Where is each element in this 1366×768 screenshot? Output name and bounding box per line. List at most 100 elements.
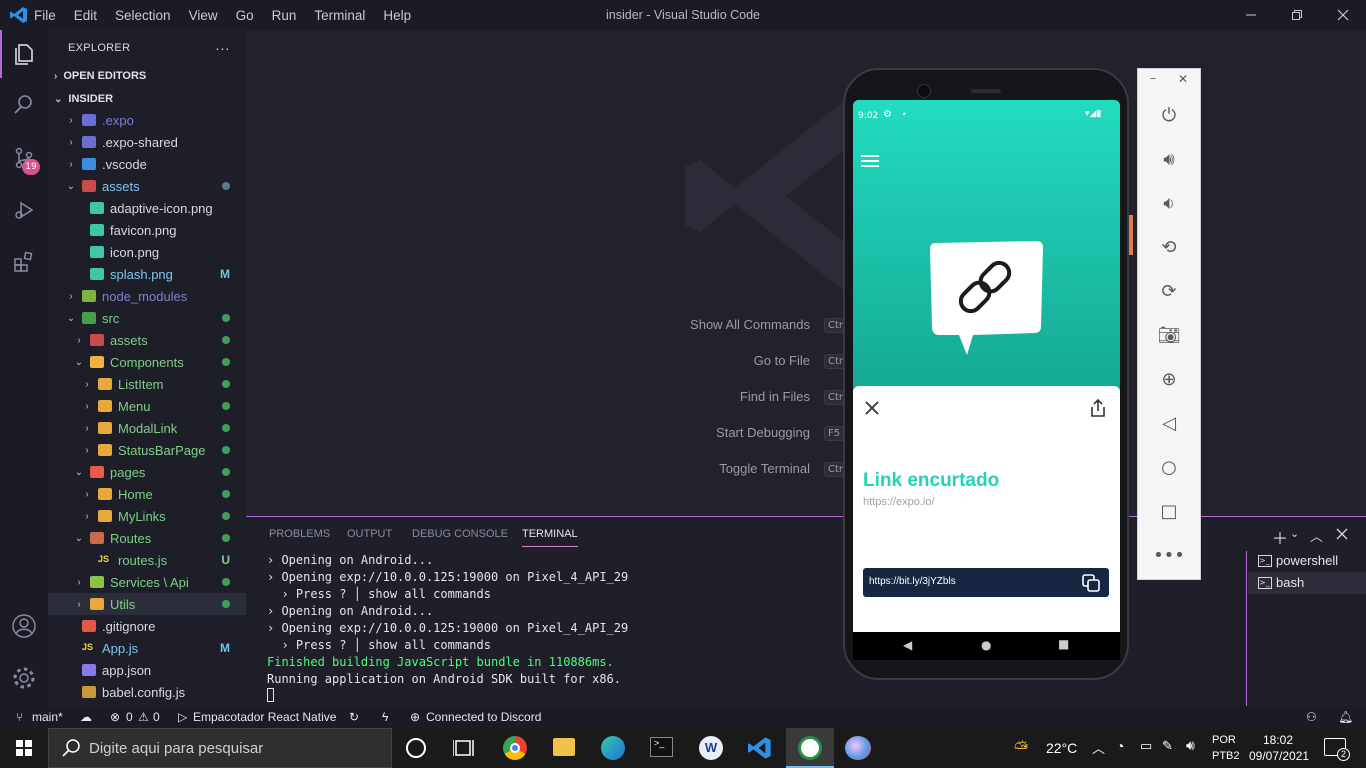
branch-name[interactable]: main* bbox=[32, 710, 63, 724]
extensions-icon[interactable] bbox=[0, 238, 48, 286]
language-code[interactable]: POR bbox=[1212, 734, 1236, 746]
open-editors-section[interactable]: › OPEN EDITORS bbox=[48, 65, 246, 87]
emulator-close-icon[interactable]: ✕ bbox=[1178, 72, 1188, 86]
file-explorer-icon[interactable] bbox=[553, 738, 575, 756]
tree-item[interactable]: ⌄ assets bbox=[48, 175, 246, 197]
error-count[interactable]: 0 bbox=[126, 710, 133, 724]
ink-icon[interactable]: ✎ bbox=[1162, 738, 1173, 754]
edge-icon[interactable] bbox=[601, 736, 625, 760]
warning-count[interactable]: 0 bbox=[153, 710, 160, 724]
tree-item[interactable]: adaptive-icon.png bbox=[48, 197, 246, 219]
volume-icon[interactable]: 🔊︎ bbox=[1186, 737, 1195, 754]
tree-item[interactable]: › .vscode bbox=[48, 153, 246, 175]
menu-run[interactable]: Run bbox=[272, 8, 297, 23]
close-window-button[interactable] bbox=[1320, 0, 1366, 30]
add-terminal-icon[interactable]: ＋ bbox=[1272, 525, 1288, 549]
volume-down-icon[interactable]: 🔉︎ bbox=[1138, 181, 1200, 225]
wifi-icon[interactable]: ◔ bbox=[1116, 738, 1124, 754]
account-icon[interactable] bbox=[0, 602, 48, 650]
chevron-up-icon[interactable]: ︿ bbox=[1092, 738, 1105, 757]
tree-item[interactable]: app.json bbox=[48, 659, 246, 681]
clock-date[interactable]: 09/07/2021 bbox=[1249, 749, 1309, 763]
recents-nav-icon[interactable]: ■ bbox=[1058, 637, 1069, 651]
vscode-taskbar-icon[interactable] bbox=[748, 736, 772, 765]
weather-temperature[interactable]: 22°C bbox=[1046, 740, 1077, 756]
welcome-command-label[interactable]: Toggle Terminal bbox=[610, 461, 810, 476]
run-debug-icon[interactable] bbox=[0, 186, 48, 234]
restore-button[interactable] bbox=[1274, 0, 1320, 30]
tree-item[interactable]: › .expo-shared bbox=[48, 131, 246, 153]
volume-up-icon[interactable]: 🔊︎ bbox=[1138, 137, 1200, 181]
refresh-icon[interactable]: ↻ bbox=[349, 710, 359, 724]
task-label[interactable]: Empacotador React Native bbox=[193, 710, 336, 724]
lightning-icon[interactable]: ϟ bbox=[382, 710, 388, 724]
copy-icon[interactable] bbox=[1081, 573, 1101, 597]
tree-item[interactable]: ⌄ Components bbox=[48, 351, 246, 373]
menu-file[interactable]: File bbox=[34, 8, 56, 23]
notification-center-icon[interactable]: 2 bbox=[1324, 738, 1350, 761]
panel-tab-debug-console[interactable]: DEBUG CONSOLE bbox=[412, 528, 508, 540]
close-modal-icon[interactable] bbox=[865, 400, 879, 419]
tree-item[interactable]: › node_modules bbox=[48, 285, 246, 307]
tree-item[interactable]: › ListItem bbox=[48, 373, 246, 395]
tree-item[interactable]: › Utils bbox=[48, 593, 246, 615]
tree-item[interactable]: › StatusBarPage bbox=[48, 439, 246, 461]
rotate-left-icon[interactable]: ⟲ bbox=[1138, 225, 1200, 269]
overview-square-icon[interactable]: □ bbox=[1138, 489, 1200, 533]
panel-tab-output[interactable]: OUTPUT bbox=[347, 528, 392, 540]
minimize-button[interactable] bbox=[1228, 0, 1274, 30]
settings-gear-icon[interactable] bbox=[0, 654, 48, 702]
back-nav-icon[interactable]: ◀ bbox=[903, 638, 912, 652]
task-view-icon[interactable] bbox=[452, 738, 475, 763]
home-circle-icon[interactable]: ○ bbox=[1138, 445, 1200, 489]
tree-item[interactable]: ⌄ src bbox=[48, 307, 246, 329]
terminal-dropdown-icon[interactable]: ⌄ bbox=[1290, 527, 1299, 540]
rotate-right-icon[interactable]: ⟳ bbox=[1138, 269, 1200, 313]
windows-start-icon[interactable] bbox=[16, 740, 32, 761]
tree-item[interactable]: › MyLinks bbox=[48, 505, 246, 527]
more-actions-icon[interactable]: ··· bbox=[215, 40, 230, 56]
cortana-icon[interactable] bbox=[406, 738, 426, 758]
terminal-item-bash[interactable]: >_ bash bbox=[1248, 572, 1366, 594]
welcome-command-label[interactable]: Go to File bbox=[610, 353, 810, 368]
tree-item[interactable]: splash.png M bbox=[48, 263, 246, 285]
welcome-command-label[interactable]: Find in Files bbox=[610, 389, 810, 404]
terminal-app-icon[interactable]: >_ bbox=[650, 737, 673, 757]
more-options-icon[interactable]: ••• bbox=[1138, 533, 1200, 577]
tree-item[interactable]: › assets bbox=[48, 329, 246, 351]
explorer-icon[interactable] bbox=[0, 30, 48, 78]
project-section[interactable]: ⌄ INSIDER bbox=[48, 88, 246, 110]
back-triangle-icon[interactable]: ◁ bbox=[1138, 401, 1200, 445]
live-share-icon[interactable]: ⚇ bbox=[1306, 710, 1317, 724]
menu-terminal[interactable]: Terminal bbox=[314, 8, 365, 23]
discord-status[interactable]: Connected to Discord bbox=[426, 710, 541, 724]
power-icon[interactable]: ⏻ bbox=[1138, 93, 1200, 137]
welcome-command-label[interactable]: Start Debugging bbox=[610, 425, 810, 440]
menu-view[interactable]: View bbox=[189, 8, 218, 23]
tree-item[interactable]: › Home bbox=[48, 483, 246, 505]
notifications-bell-icon[interactable]: 🔔︎ bbox=[1338, 710, 1353, 724]
maximize-panel-icon[interactable]: ︿ bbox=[1310, 526, 1323, 545]
tree-item[interactable]: JS App.js M bbox=[48, 637, 246, 659]
tree-item[interactable]: babel.config.js bbox=[48, 681, 246, 703]
sync-icon[interactable]: ☁ bbox=[80, 710, 92, 724]
tree-item[interactable]: › .expo bbox=[48, 109, 246, 131]
menu-edit[interactable]: Edit bbox=[74, 8, 97, 23]
short-link-box[interactable]: https://bit.ly/3jYZbls bbox=[863, 568, 1109, 597]
tree-item[interactable]: icon.png bbox=[48, 241, 246, 263]
home-nav-icon[interactable]: ● bbox=[981, 638, 991, 652]
keyboard-layout[interactable]: PTB2 bbox=[1212, 750, 1240, 762]
menu-go[interactable]: Go bbox=[236, 8, 254, 23]
android-studio-taskbar-item[interactable] bbox=[786, 728, 834, 768]
emulator-minimize-icon[interactable]: – bbox=[1150, 71, 1156, 85]
tree-item[interactable]: favicon.png bbox=[48, 219, 246, 241]
panel-tab-terminal[interactable]: TERMINAL bbox=[522, 528, 578, 547]
chrome-icon[interactable] bbox=[503, 736, 527, 760]
paint-app-icon[interactable] bbox=[845, 736, 871, 760]
word-app-icon[interactable]: W bbox=[699, 736, 723, 760]
welcome-command-label[interactable]: Show All Commands bbox=[610, 317, 810, 332]
close-panel-icon[interactable] bbox=[1336, 525, 1348, 544]
hamburger-menu-icon[interactable] bbox=[861, 153, 879, 172]
share-icon[interactable] bbox=[1089, 398, 1107, 422]
menu-help[interactable]: Help bbox=[383, 8, 411, 23]
